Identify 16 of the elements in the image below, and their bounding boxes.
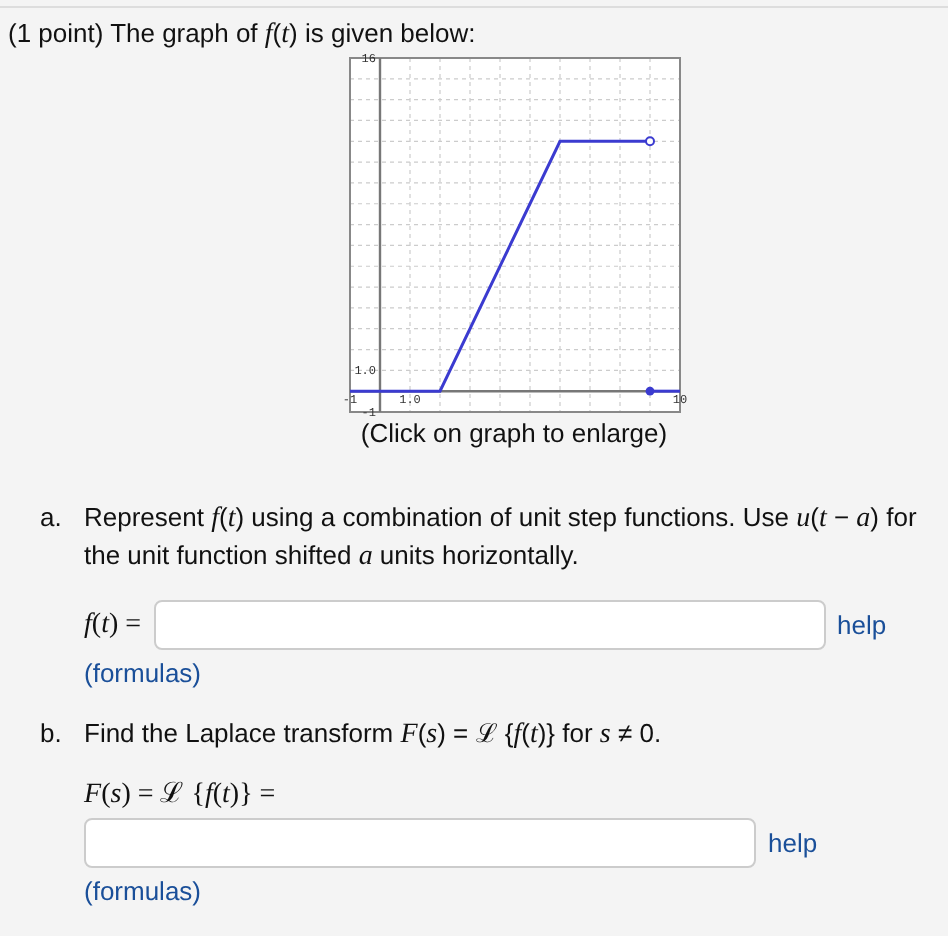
answer-label: f(t) = xyxy=(84,607,142,643)
answer-label: F(s) = ℒ {f(t)} = xyxy=(84,778,276,814)
answer-field[interactable] xyxy=(84,818,756,868)
graph-caption: (Click on graph to enlarge) xyxy=(360,416,668,452)
help-link[interactable]: help xyxy=(837,607,887,643)
filled-dot-marker xyxy=(644,386,654,396)
intro-text: (1 point) The graph of f(t) is given below: xyxy=(8,16,478,54)
formulas-link[interactable]: (formulas) xyxy=(84,874,202,910)
question-text: Represent f(t) using a combination of unit step functions. Use u(t − a) for the unit function shifted a units horizontally. xyxy=(84,500,919,576)
open-circle-marker xyxy=(644,136,654,147)
help-link[interactable]: help xyxy=(768,825,818,861)
list-marker: b. xyxy=(40,716,64,752)
formulas-link[interactable]: (formulas) xyxy=(84,656,202,692)
answer-field[interactable] xyxy=(153,600,826,650)
question-text: Find the Laplace transform F(s) = ℒ {f(t)} for s ≠ 0. xyxy=(84,716,664,754)
list-marker: a. xyxy=(40,500,64,536)
